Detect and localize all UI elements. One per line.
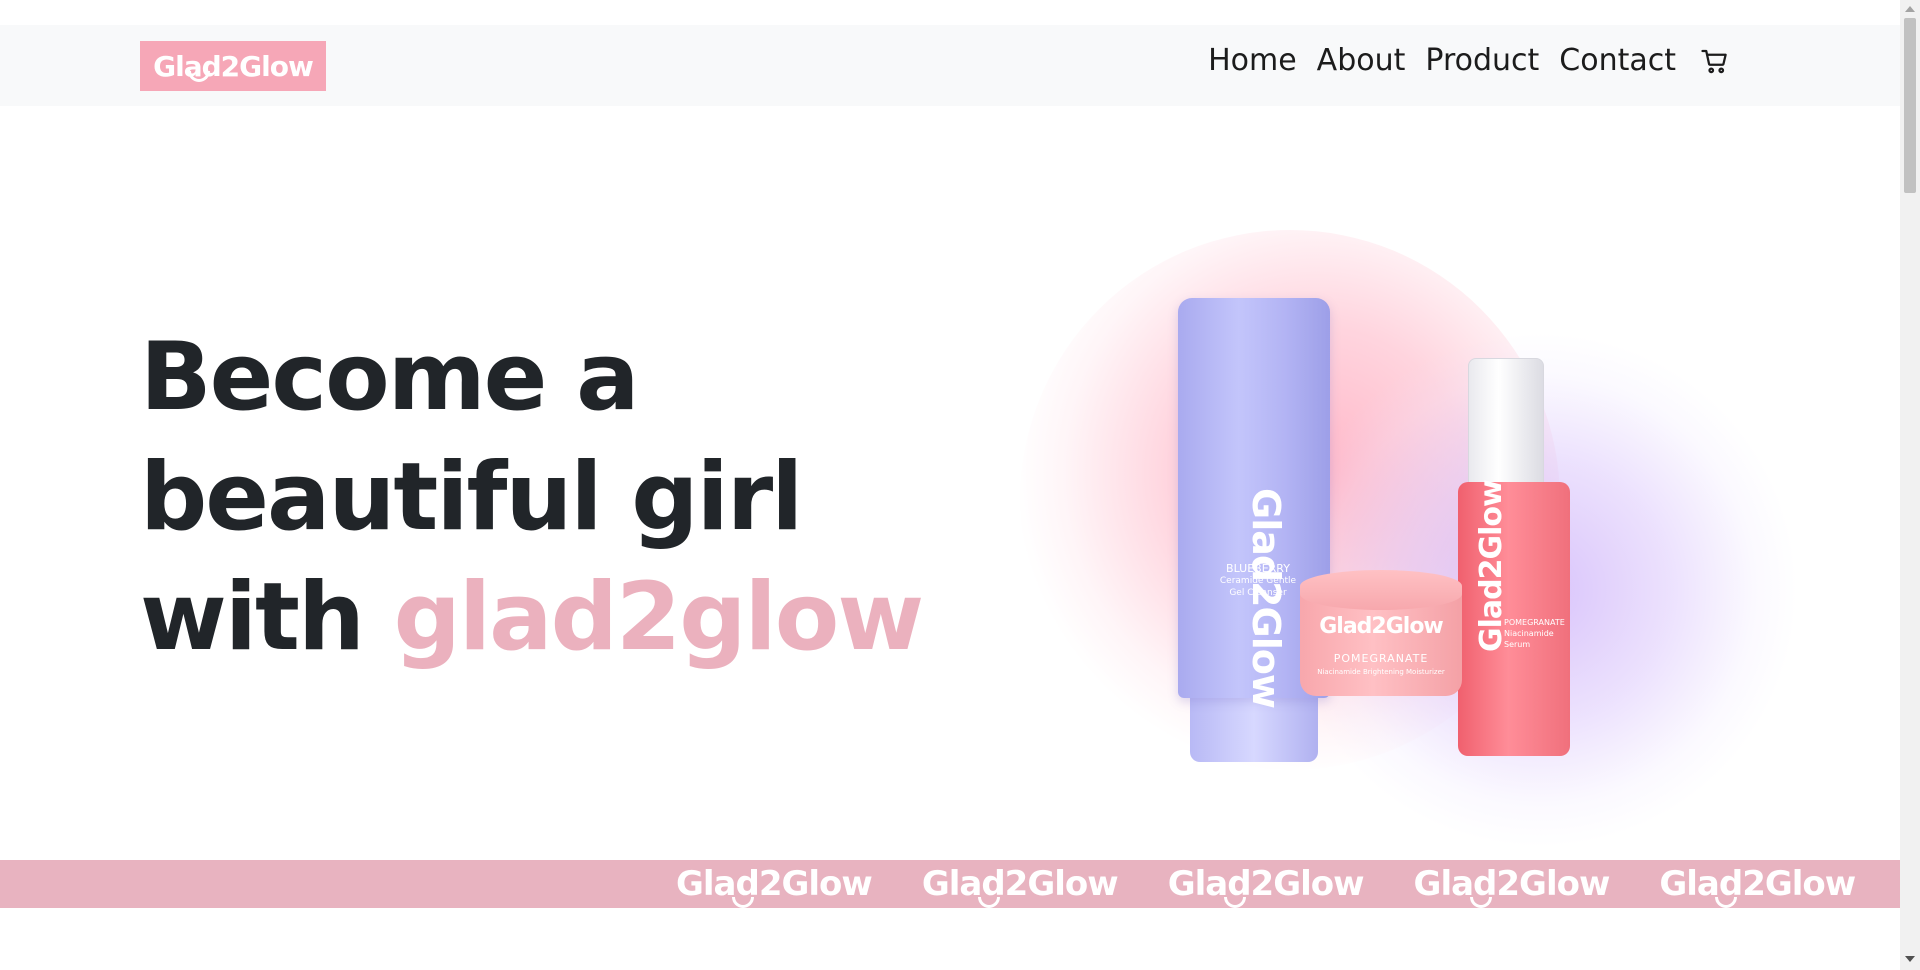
scrollbar-thumb[interactable] <box>1904 18 1916 193</box>
moisturizer-jar-lid <box>1300 570 1462 610</box>
marquee-logo-text: Glad2Glow <box>1659 864 1856 904</box>
marquee-logo: Glad2Glow <box>1167 864 1365 908</box>
hero-title-line-1: Become a <box>140 323 640 432</box>
hero-product-image: Glad2Glow BLUEBERRY Ceramide Gentle Gel … <box>980 210 1800 850</box>
hero-title-line-3-prefix: with <box>140 563 394 672</box>
smile-logo-mark <box>1223 897 1246 908</box>
brand-marquee: Glad2Glow Glad2Glow Glad2Glow Glad2Glow … <box>0 860 1900 908</box>
marquee-logo-text: Glad2Glow <box>676 864 873 904</box>
cart-icon[interactable] <box>1700 46 1730 76</box>
nav-product[interactable]: Product <box>1425 43 1539 79</box>
smile-logo-mark <box>1715 897 1738 908</box>
hero-title-line-2: beautiful girl <box>140 443 803 552</box>
vertical-scrollbar[interactable] <box>1900 0 1920 970</box>
hero-title-accent: glad2glow <box>393 563 925 672</box>
nav-contact[interactable]: Contact <box>1559 43 1676 79</box>
marquee-logo-text: Glad2Glow <box>1413 864 1611 904</box>
moisturizer-jar: Glad2Glow POMEGRANATE Niacinamide Bright… <box>1300 570 1462 698</box>
brand-logo[interactable]: Glad2Glow <box>140 41 326 91</box>
navbar: Glad2Glow Home About Product Contact <box>0 25 1900 106</box>
moisturizer-jar-logo: Glad2Glow <box>1319 614 1444 639</box>
moisturizer-jar-desc: Niacinamide Brightening Moisturizer <box>1317 668 1445 676</box>
marquee-logo: Glad2Glow <box>1413 864 1611 908</box>
marquee-logo-text: Glad2Glow <box>1167 864 1365 904</box>
page: Glad2Glow Home About Product Contact Bec… <box>0 0 1900 970</box>
serum-bottle-body: Glad2Glow POMEGRANATE Niacinamide Serum <box>1458 480 1570 756</box>
marquee-logo-text: Glad2Glow <box>921 864 1119 904</box>
smile-logo-mark <box>732 897 754 908</box>
serum-bottle-pump <box>1468 358 1544 488</box>
marquee-logo: Glad2Glow <box>1659 864 1856 908</box>
moisturizer-jar-name: POMEGRANATE <box>1333 652 1429 665</box>
marquee-track: Glad2Glow Glad2Glow Glad2Glow Glad2Glow … <box>676 864 1856 908</box>
hero-title: Become a beautiful girl with glad2glow <box>140 318 940 678</box>
scroll-down-arrow-icon[interactable] <box>1905 956 1915 962</box>
nav-about[interactable]: About <box>1317 43 1406 79</box>
cleanser-tube-desc: Ceramide Gentle Gel Cleanser <box>1219 576 1297 598</box>
cleanser-tube-name: BLUEBERRY <box>1226 562 1290 575</box>
serum-bottle-label: POMEGRANATE Niacinamide Serum <box>1504 617 1566 650</box>
smile-logo-mark <box>977 897 1000 908</box>
brand-logo-text: Glad2Glow <box>153 49 314 83</box>
main-nav: Home About Product Contact <box>1208 43 1730 79</box>
serum-bottle: Glad2Glow POMEGRANATE Niacinamide Serum <box>1458 358 1570 758</box>
cleanser-tube-label: BLUEBERRY Ceramide Gentle Gel Cleanser <box>1218 563 1298 599</box>
serum-bottle-name: POMEGRANATE <box>1504 618 1565 627</box>
nav-home[interactable]: Home <box>1208 43 1297 79</box>
serum-bottle-desc: Niacinamide Serum <box>1504 629 1554 649</box>
marquee-logo: Glad2Glow <box>676 864 873 908</box>
smile-logo-mark <box>1469 897 1492 908</box>
marquee-logo: Glad2Glow <box>921 864 1119 908</box>
scroll-up-arrow-icon[interactable] <box>1905 6 1915 12</box>
